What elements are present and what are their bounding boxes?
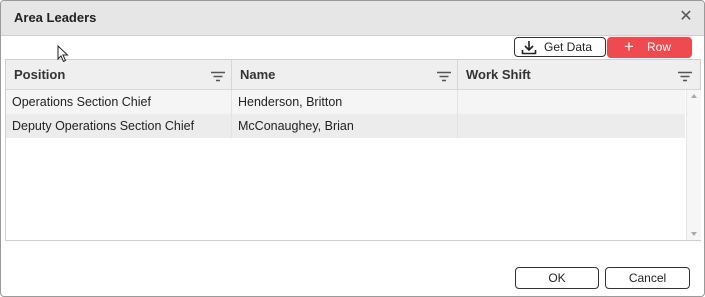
cell-work-shift[interactable]: [458, 114, 685, 138]
column-header-label: Name: [240, 67, 276, 82]
column-header-label: Position: [14, 67, 66, 82]
column-header-name[interactable]: Name: [232, 60, 458, 89]
cell-text: Henderson, Britton: [238, 95, 343, 109]
mouse-cursor-icon: [57, 44, 69, 68]
get-data-label: Get Data: [544, 40, 593, 54]
filter-icon[interactable]: [678, 69, 692, 87]
dialog-titlebar: Area Leaders ✕: [1, 1, 704, 36]
scroll-down-icon[interactable]: [691, 232, 697, 236]
cell-name[interactable]: McConaughey, Brian: [232, 114, 458, 138]
cancel-button[interactable]: Cancel: [605, 267, 690, 289]
add-row-button[interactable]: + Row: [607, 37, 692, 58]
table-row[interactable]: Deputy Operations Section Chief McConaug…: [6, 114, 685, 138]
dialog-title: Area Leaders: [14, 10, 97, 25]
filter-icon[interactable]: [437, 69, 451, 87]
area-leaders-dialog: Area Leaders ✕ Get Data + Row Position N…: [0, 0, 705, 297]
cell-position[interactable]: Operations Section Chief: [6, 90, 232, 114]
scroll-up-icon[interactable]: [691, 94, 697, 98]
cell-text: Operations Section Chief: [12, 95, 151, 109]
cell-text: McConaughey, Brian: [238, 119, 354, 133]
column-header-work-shift[interactable]: Work Shift: [458, 60, 700, 89]
cell-work-shift[interactable]: [458, 90, 685, 114]
download-icon: [521, 40, 537, 60]
cell-position[interactable]: Deputy Operations Section Chief: [6, 114, 232, 138]
ok-button[interactable]: OK: [515, 267, 599, 289]
close-icon[interactable]: ✕: [678, 8, 694, 26]
cell-name[interactable]: Henderson, Britton: [232, 90, 458, 114]
table-row[interactable]: Operations Section Chief Henderson, Brit…: [6, 90, 685, 114]
column-header-label: Work Shift: [466, 67, 531, 82]
column-header-position[interactable]: Position: [6, 60, 232, 89]
grid-header: Position Name Work Shift: [6, 60, 700, 90]
get-data-button[interactable]: Get Data: [514, 37, 606, 57]
vertical-scrollbar[interactable]: [686, 90, 701, 240]
leaders-grid: Position Name Work Shift Operations Sect…: [5, 59, 701, 241]
plus-icon: +: [624, 37, 634, 56]
cell-text: Deputy Operations Section Chief: [12, 119, 195, 133]
filter-icon[interactable]: [211, 69, 225, 87]
add-row-label: Row: [647, 40, 672, 54]
